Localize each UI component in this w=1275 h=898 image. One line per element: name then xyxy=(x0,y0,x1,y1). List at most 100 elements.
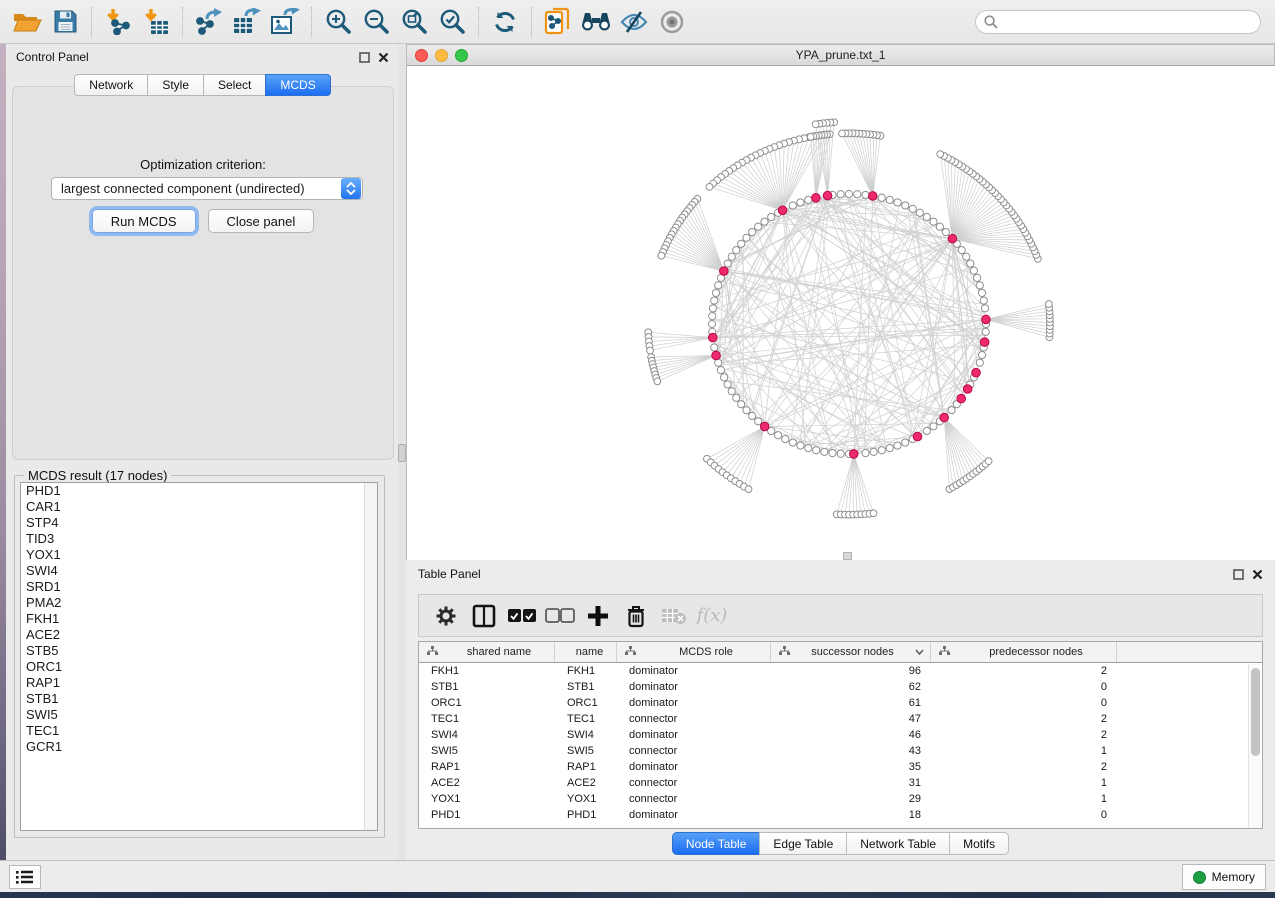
delete-table-icon[interactable] xyxy=(657,599,691,633)
tab-network[interactable]: Network xyxy=(74,74,147,96)
network-node[interactable] xyxy=(886,445,893,452)
mcds-result-item[interactable]: ORC1 xyxy=(21,659,377,675)
network-node[interactable] xyxy=(749,228,756,235)
network-node[interactable] xyxy=(782,436,789,443)
network-node[interactable] xyxy=(862,449,869,456)
network-node[interactable] xyxy=(1045,301,1052,308)
network-node[interactable] xyxy=(978,289,985,296)
tab-node-table[interactable]: Node Table xyxy=(672,832,760,855)
network-node[interactable] xyxy=(709,305,716,312)
cell-successor-nodes[interactable]: 29 xyxy=(771,791,931,807)
cell-MCDS-role[interactable]: dominator xyxy=(617,807,771,823)
network-node[interactable] xyxy=(923,427,930,434)
cell-name[interactable]: TEC1 xyxy=(555,711,617,727)
mcds-result-item[interactable]: TID3 xyxy=(21,531,377,547)
network-node[interactable] xyxy=(775,432,782,439)
cell-predecessor-nodes[interactable]: 2 xyxy=(931,663,1117,679)
network-node[interactable] xyxy=(978,352,985,359)
network-node[interactable] xyxy=(768,213,775,220)
network-node[interactable] xyxy=(916,209,923,216)
hide-selected-icon[interactable] xyxy=(615,4,653,40)
network-splitter-grip[interactable] xyxy=(843,552,852,560)
network-view[interactable] xyxy=(406,66,1275,560)
select-all-columns-icon[interactable] xyxy=(505,599,539,633)
network-node[interactable] xyxy=(738,401,745,408)
column-header-shared-name[interactable]: shared name xyxy=(419,642,555,662)
memory-button[interactable]: Memory xyxy=(1182,864,1266,890)
cell-successor-nodes[interactable]: 96 xyxy=(771,663,931,679)
save-session-icon[interactable] xyxy=(46,4,84,40)
tab-mcds[interactable]: MCDS xyxy=(265,74,330,96)
mcds-result-item[interactable]: STP4 xyxy=(21,515,377,531)
function-builder-icon[interactable]: f(x) xyxy=(695,599,729,633)
cell-shared-name[interactable]: TEC1 xyxy=(419,711,555,727)
cell-shared-name[interactable]: SWI5 xyxy=(419,743,555,759)
network-node[interactable] xyxy=(973,274,980,281)
mcds-result-item[interactable]: ACE2 xyxy=(21,627,377,643)
zoom-in-icon[interactable] xyxy=(319,4,357,40)
network-node[interactable] xyxy=(658,252,665,259)
table-options-icon[interactable] xyxy=(429,599,463,633)
cell-name[interactable]: FKH1 xyxy=(555,663,617,679)
cell-name[interactable]: SWI5 xyxy=(555,743,617,759)
close-panel-icon[interactable] xyxy=(378,52,389,63)
cell-successor-nodes[interactable]: 47 xyxy=(771,711,931,727)
network-node[interactable] xyxy=(909,205,916,212)
network-node[interactable] xyxy=(805,445,812,452)
network-node[interactable] xyxy=(797,442,804,449)
table-row[interactable]: RAP1RAP1dominator352 xyxy=(419,759,1262,775)
unselect-all-columns-icon[interactable] xyxy=(543,599,577,633)
mcds-result-item[interactable]: STB1 xyxy=(21,691,377,707)
mcds-list-scrollbar[interactable] xyxy=(364,483,377,830)
mcds-result-item[interactable]: TEC1 xyxy=(21,723,377,739)
cell-predecessor-nodes[interactable]: 1 xyxy=(931,791,1117,807)
task-history-button[interactable] xyxy=(9,865,41,889)
network-node[interactable] xyxy=(712,289,719,296)
cell-successor-nodes[interactable]: 62 xyxy=(771,679,931,695)
network-node[interactable] xyxy=(717,366,724,373)
network-window-titlebar[interactable]: YPA_prune.txt_1 xyxy=(406,44,1275,66)
network-node[interactable] xyxy=(805,196,812,203)
network-node[interactable] xyxy=(894,199,901,206)
mcds-node[interactable] xyxy=(972,368,981,377)
network-node[interactable] xyxy=(724,381,731,388)
show-all-icon[interactable] xyxy=(653,4,691,40)
mcds-node[interactable] xyxy=(812,194,821,203)
mcds-result-item[interactable]: SWI5 xyxy=(21,707,377,723)
table-row[interactable]: STB1STB1dominator620 xyxy=(419,679,1262,695)
zoom-out-icon[interactable] xyxy=(357,4,395,40)
export-network-icon[interactable] xyxy=(190,4,228,40)
network-node[interactable] xyxy=(839,130,846,137)
network-node[interactable] xyxy=(948,407,955,414)
tab-motifs[interactable]: Motifs xyxy=(949,832,1009,855)
table-row[interactable]: PHD1PHD1dominator180 xyxy=(419,807,1262,823)
mcds-result-item[interactable]: CAR1 xyxy=(21,499,377,515)
import-table-icon[interactable] xyxy=(137,4,175,40)
cell-shared-name[interactable]: RAP1 xyxy=(419,759,555,775)
column-header-successor-nodes[interactable]: successor nodes xyxy=(771,642,931,662)
mcds-node[interactable] xyxy=(823,191,832,200)
network-node[interactable] xyxy=(942,228,949,235)
network-node[interactable] xyxy=(837,450,844,457)
close-panel-icon[interactable] xyxy=(1252,569,1263,580)
show-column-icon[interactable] xyxy=(467,599,501,633)
network-node[interactable] xyxy=(930,423,937,430)
delete-columns-icon[interactable] xyxy=(619,599,653,633)
cell-name[interactable]: ACE2 xyxy=(555,775,617,791)
first-neighbors-icon[interactable] xyxy=(577,4,615,40)
mcds-result-item[interactable]: RAP1 xyxy=(21,675,377,691)
table-row[interactable]: SWI4SWI4dominator462 xyxy=(419,727,1262,743)
network-node[interactable] xyxy=(761,218,768,225)
network-node[interactable] xyxy=(985,458,992,465)
cell-predecessor-nodes[interactable]: 2 xyxy=(931,711,1117,727)
open-session-icon[interactable] xyxy=(8,4,46,40)
mcds-result-item[interactable]: YOX1 xyxy=(21,547,377,563)
column-sort-icon[interactable] xyxy=(915,646,930,658)
network-node[interactable] xyxy=(967,260,974,267)
cell-successor-nodes[interactable]: 18 xyxy=(771,807,931,823)
mcds-node[interactable] xyxy=(913,432,922,441)
cell-successor-nodes[interactable]: 35 xyxy=(771,759,931,775)
cell-name[interactable]: STB1 xyxy=(555,679,617,695)
cell-name[interactable]: PHD1 xyxy=(555,807,617,823)
network-node[interactable] xyxy=(709,313,716,320)
